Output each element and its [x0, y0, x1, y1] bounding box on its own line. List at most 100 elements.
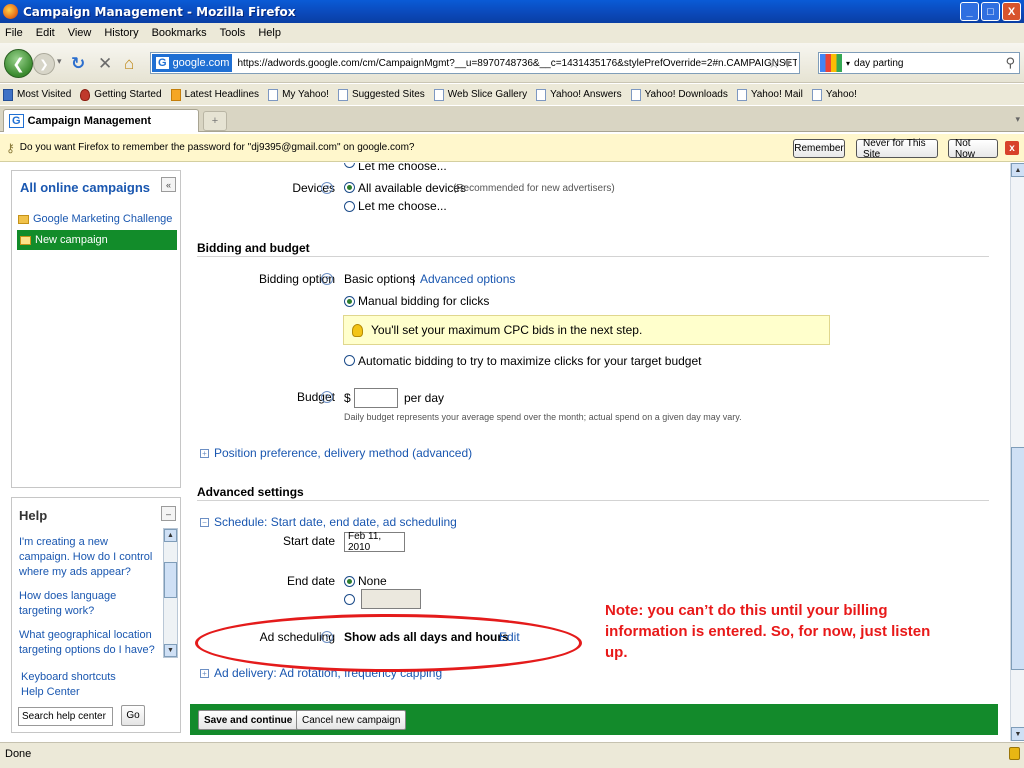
- help-question-icon[interactable]: ?: [321, 273, 333, 285]
- menu-help[interactable]: Help: [258, 27, 281, 39]
- menu-edit[interactable]: Edit: [36, 27, 55, 39]
- advanced-options-link[interactable]: Advanced options: [420, 272, 515, 286]
- menu-view[interactable]: View: [68, 27, 92, 39]
- bookmark-yahoo-answers[interactable]: Yahoo! Answers: [536, 88, 622, 101]
- address-bar[interactable]: Ggoogle.com https://adwords.google.com/c…: [150, 52, 800, 74]
- bookmark-web-slice-gallery[interactable]: Web Slice Gallery: [433, 88, 527, 101]
- campaign-new-campaign[interactable]: New campaign: [17, 230, 177, 250]
- billing-note: Note: you can’t do this until your billi…: [605, 602, 931, 661]
- help-panel: Help – I'm creating a new campaign. How …: [11, 497, 181, 733]
- all-devices-label: All available devices: [358, 181, 467, 195]
- radio-all-devices[interactable]: [344, 182, 355, 193]
- radio-manual-bidding[interactable]: [344, 296, 355, 307]
- help-link-location-targeting[interactable]: What geographical location targeting opt…: [19, 628, 161, 658]
- basic-options-label: Basic options: [344, 272, 416, 286]
- bookmark-yahoo-mail[interactable]: Yahoo! Mail: [736, 88, 803, 101]
- page-scrollbar[interactable]: ▲ ▼: [1010, 163, 1024, 741]
- scroll-up-icon[interactable]: ▲: [1011, 163, 1024, 177]
- history-dropdown-icon[interactable]: ▾: [57, 56, 62, 67]
- help-center-link[interactable]: Help Center: [21, 685, 116, 700]
- keyboard-shortcuts-link[interactable]: Keyboard shortcuts: [21, 670, 116, 685]
- menu-history[interactable]: History: [104, 27, 138, 39]
- search-input[interactable]: day parting: [854, 58, 1005, 69]
- campaign-google-marketing-challenge[interactable]: Google Marketing Challenge: [18, 213, 172, 225]
- campaigns-panel: All online campaigns « Google Marketing …: [11, 170, 181, 488]
- radio-end-date[interactable]: [344, 594, 355, 605]
- end-date-input[interactable]: [361, 589, 421, 609]
- help-link-new-campaign[interactable]: I'm creating a new campaign. How do I co…: [19, 535, 161, 580]
- start-date-input[interactable]: Feb 11, 2010: [344, 531, 405, 553]
- help-question-icon[interactable]: ?: [321, 182, 333, 194]
- bookmark-yahoo-downloads[interactable]: Yahoo! Downloads: [630, 88, 728, 101]
- go-button[interactable]: Go: [121, 705, 145, 726]
- scroll-up-icon[interactable]: ▲: [164, 529, 177, 542]
- bookmark-most-visited[interactable]: Most Visited: [3, 88, 71, 101]
- bidding-option-label: Bidding option: [258, 272, 335, 286]
- page-icon: [433, 88, 444, 101]
- expand-plus-icon[interactable]: +: [200, 449, 209, 458]
- bookmark-latest-headlines[interactable]: Latest Headlines: [170, 88, 259, 101]
- automatic-bidding-label: Automatic bidding to try to maximize cli…: [358, 354, 702, 368]
- tab-list-chevron-icon[interactable]: ▾: [1015, 114, 1020, 125]
- search-icon[interactable]: ⚲: [1005, 55, 1015, 71]
- bookmark-yahoo[interactable]: Yahoo!: [811, 88, 857, 101]
- help-heading: Help: [19, 508, 48, 523]
- remember-button[interactable]: Remember: [793, 139, 845, 158]
- all-online-campaigns-link[interactable]: All online campaigns: [20, 180, 150, 195]
- save-and-continue-button[interactable]: Save and continue: [198, 710, 299, 730]
- budget-input[interactable]: [354, 388, 398, 408]
- help-link-language-targeting[interactable]: How does language targeting work?: [19, 589, 161, 619]
- search-engine-icon[interactable]: [820, 54, 842, 72]
- scroll-down-icon[interactable]: ▼: [1011, 727, 1024, 741]
- stop-icon[interactable]: ✕: [98, 54, 112, 74]
- url-text[interactable]: https://adwords.google.com/cm/CampaignMg…: [237, 58, 797, 69]
- cpc-tip-text: You'll set your maximum CPC bids in the …: [371, 323, 643, 337]
- site-identity-badge[interactable]: Ggoogle.com: [152, 54, 233, 72]
- tab-label: Campaign Management: [27, 115, 152, 127]
- bookmark-getting-started[interactable]: Getting Started: [80, 88, 162, 101]
- position-preference-link[interactable]: Position preference, delivery method (ad…: [214, 446, 472, 460]
- scroll-thumb[interactable]: [1011, 447, 1024, 670]
- cancel-new-campaign-button[interactable]: Cancel new campaign: [296, 710, 407, 730]
- menu-bookmarks[interactable]: Bookmarks: [152, 27, 207, 39]
- budget-note: Daily budget represents your average spe…: [344, 412, 742, 422]
- per-day-label: per day: [404, 391, 445, 405]
- back-arrow-icon[interactable]: ❮: [4, 49, 33, 78]
- new-tab-button[interactable]: +: [203, 111, 227, 131]
- chevron-down-icon[interactable]: ▾: [846, 59, 850, 68]
- reload-icon[interactable]: ↻: [71, 54, 85, 74]
- scroll-thumb[interactable]: [164, 562, 177, 598]
- search-box[interactable]: ▾ day parting ⚲: [818, 52, 1020, 74]
- minimize-button[interactable]: _: [960, 2, 979, 21]
- bookmark-my-yahoo[interactable]: My Yahoo!: [268, 88, 329, 101]
- collapse-minus-icon[interactable]: −: [200, 518, 209, 527]
- radio-end-none[interactable]: [344, 576, 355, 587]
- collapse-help-button[interactable]: –: [161, 506, 176, 521]
- lock-icon[interactable]: [1009, 747, 1020, 760]
- scroll-down-icon[interactable]: ▼: [164, 644, 177, 657]
- section-divider: [197, 256, 989, 257]
- schedule-section-link[interactable]: Schedule: Start date, end date, ad sched…: [214, 515, 457, 529]
- radio-let-me-choose-devices[interactable]: [344, 201, 355, 212]
- not-now-button[interactable]: Not Now: [948, 138, 998, 160]
- home-icon[interactable]: ⌂: [124, 54, 134, 74]
- help-scrollbar[interactable]: ▲ ▼: [163, 528, 178, 658]
- sidebar: All online campaigns « Google Marketing …: [0, 163, 190, 741]
- search-help-input[interactable]: Search help center: [18, 707, 113, 726]
- radio-automatic-bidding[interactable]: [344, 355, 355, 366]
- menu-tools[interactable]: Tools: [220, 27, 246, 39]
- close-icon[interactable]: x: [1005, 141, 1019, 155]
- radio-let-me-choose-cut[interactable]: [344, 163, 355, 168]
- close-button[interactable]: X: [1002, 2, 1021, 21]
- maximize-button[interactable]: □: [981, 2, 1000, 21]
- getting-started-icon: [80, 88, 91, 101]
- expand-plus-icon[interactable]: +: [200, 669, 209, 678]
- forward-arrow-icon[interactable]: ❯: [33, 53, 55, 75]
- help-question-icon[interactable]: ?: [321, 391, 333, 403]
- tab-campaign-management[interactable]: G Campaign Management: [3, 109, 199, 132]
- never-for-this-site-button[interactable]: Never for This Site: [856, 138, 938, 160]
- collapse-sidebar-button[interactable]: «: [161, 177, 176, 192]
- bookmark-star-icon[interactable]: ☆ ▾: [768, 55, 791, 72]
- menu-file[interactable]: File: [5, 27, 23, 39]
- bookmark-suggested-sites[interactable]: Suggested Sites: [337, 88, 425, 101]
